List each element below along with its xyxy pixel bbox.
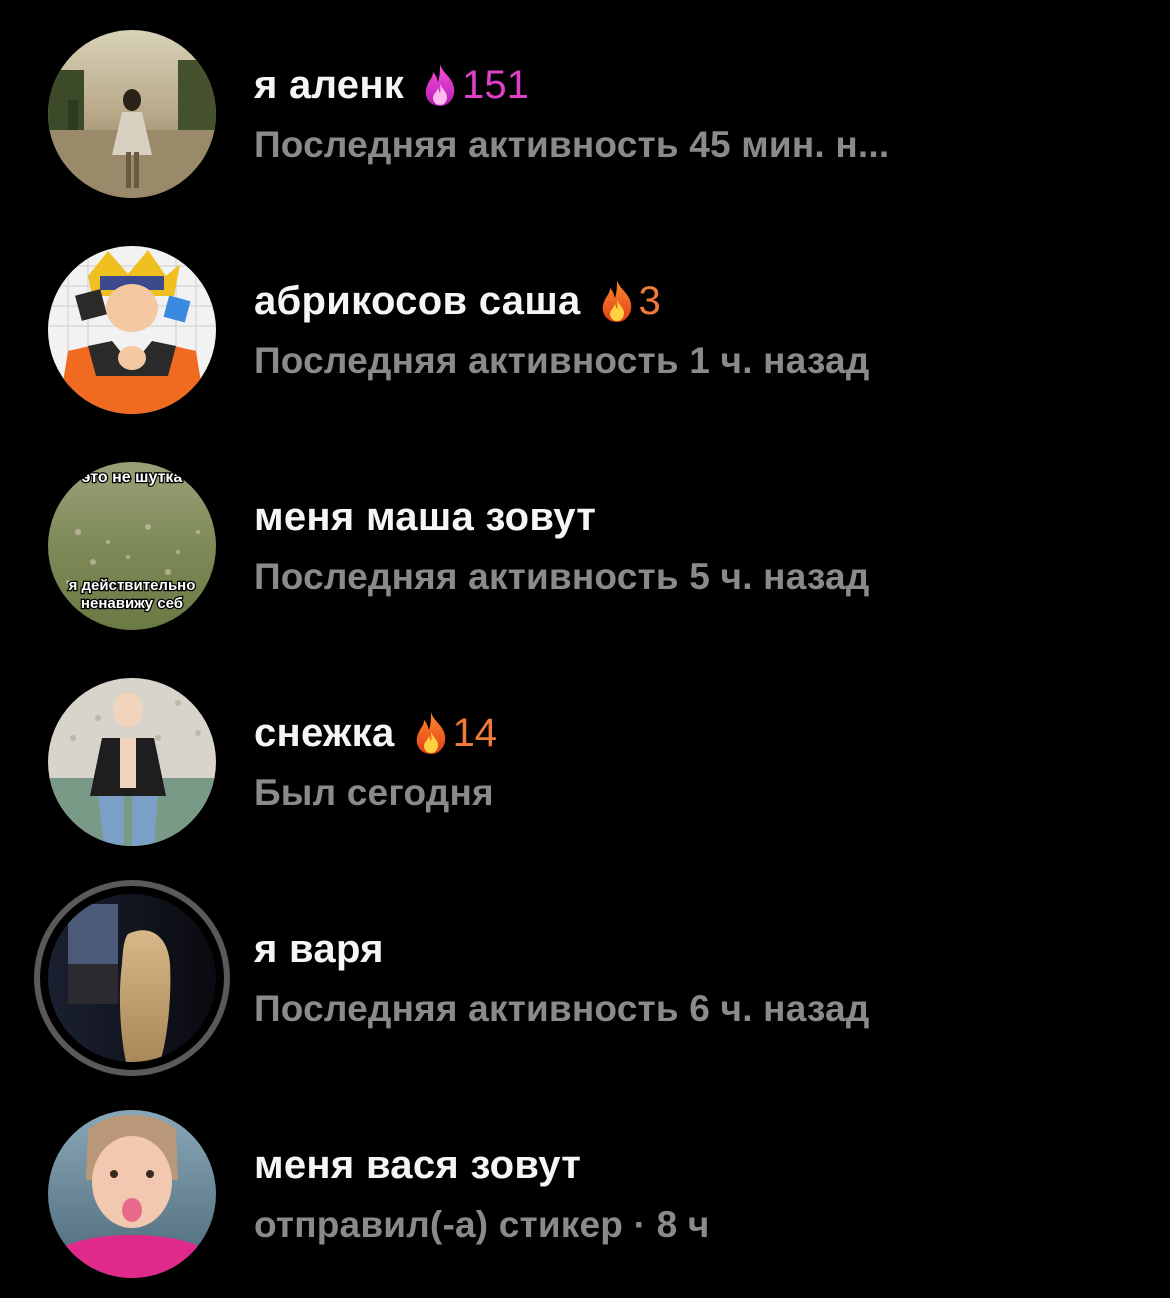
chat-name: меня вася зовут [254,1142,582,1187]
chat-row-sasha[interactable]: абрикосов саша 3 Последняя активность 1 … [0,240,1170,420]
name-line: меня маша зовут [254,492,596,542]
name-line: я варя [254,924,384,974]
streak-count: 151 [462,62,529,107]
flame-orange-icon [411,710,451,756]
chat-status: Последняя активность 6 ч. назад [254,988,870,1029]
chat-name: абрикосов саша [254,278,581,323]
avatar[interactable]: это не шутка я действительно ненавижу се… [48,462,216,630]
avatar-caption-top: это не шутка [82,469,183,486]
chat-name: меня маша зовут [254,494,597,539]
chat-row-snezhka[interactable]: снежка 14 Был сегодня [0,672,1170,852]
avatar-wrap: это не шутка я действительно ненавижу се… [48,462,216,630]
chat-row-vasya[interactable]: меня вася зовут отправил(-а) стикер · 8 … [0,1104,1170,1284]
flame-pink-icon [420,62,460,108]
streak-count: 14 [452,710,498,755]
avatar-wrap [34,880,230,1076]
flame-orange-icon [597,278,637,324]
name-line: снежка 14 [254,708,497,758]
chat-row-masha[interactable]: это не шутка я действительно ненавижу се… [0,456,1170,636]
chat-row-alenk[interactable]: я аленк 151 Последняя активность 45 мин.… [0,24,1170,204]
streak-badge: 14 [411,710,498,756]
chat-status: Последняя активность 5 ч. назад [254,556,870,597]
chat-status: Последняя активность 45 мин. н... [254,124,890,165]
chat-row-varya[interactable]: я варя Последняя активность 6 ч. назад [0,880,1170,1076]
avatar-wrap [48,30,216,198]
chat-name: я варя [254,926,384,971]
avatar[interactable] [48,678,216,846]
avatar-caption-bottom-1: я действительно [69,577,196,594]
avatar[interactable] [48,30,216,198]
chat-status: Был сегодня [254,772,494,813]
avatar-wrap [48,678,216,846]
name-line: я аленк 151 [254,60,529,110]
streak-count: 3 [638,278,661,323]
avatar[interactable] [48,1110,216,1278]
streak-badge: 3 [597,278,661,324]
avatar-wrap [48,246,216,414]
name-line: абрикосов саша 3 [254,276,661,326]
avatar[interactable] [48,246,216,414]
streak-badge: 151 [420,62,529,108]
chat-name: снежка [254,710,395,755]
avatar[interactable] [48,894,216,1062]
avatar-wrap [48,1110,216,1278]
avatar-caption-bottom-2: ненавижу себ [81,595,183,612]
chat-status: отправил(-а) стикер · 8 ч [254,1204,710,1245]
chat-status: Последняя активность 1 ч. назад [254,340,870,381]
chat-name: я аленк [254,62,405,107]
name-line: меня вася зовут [254,1140,581,1190]
